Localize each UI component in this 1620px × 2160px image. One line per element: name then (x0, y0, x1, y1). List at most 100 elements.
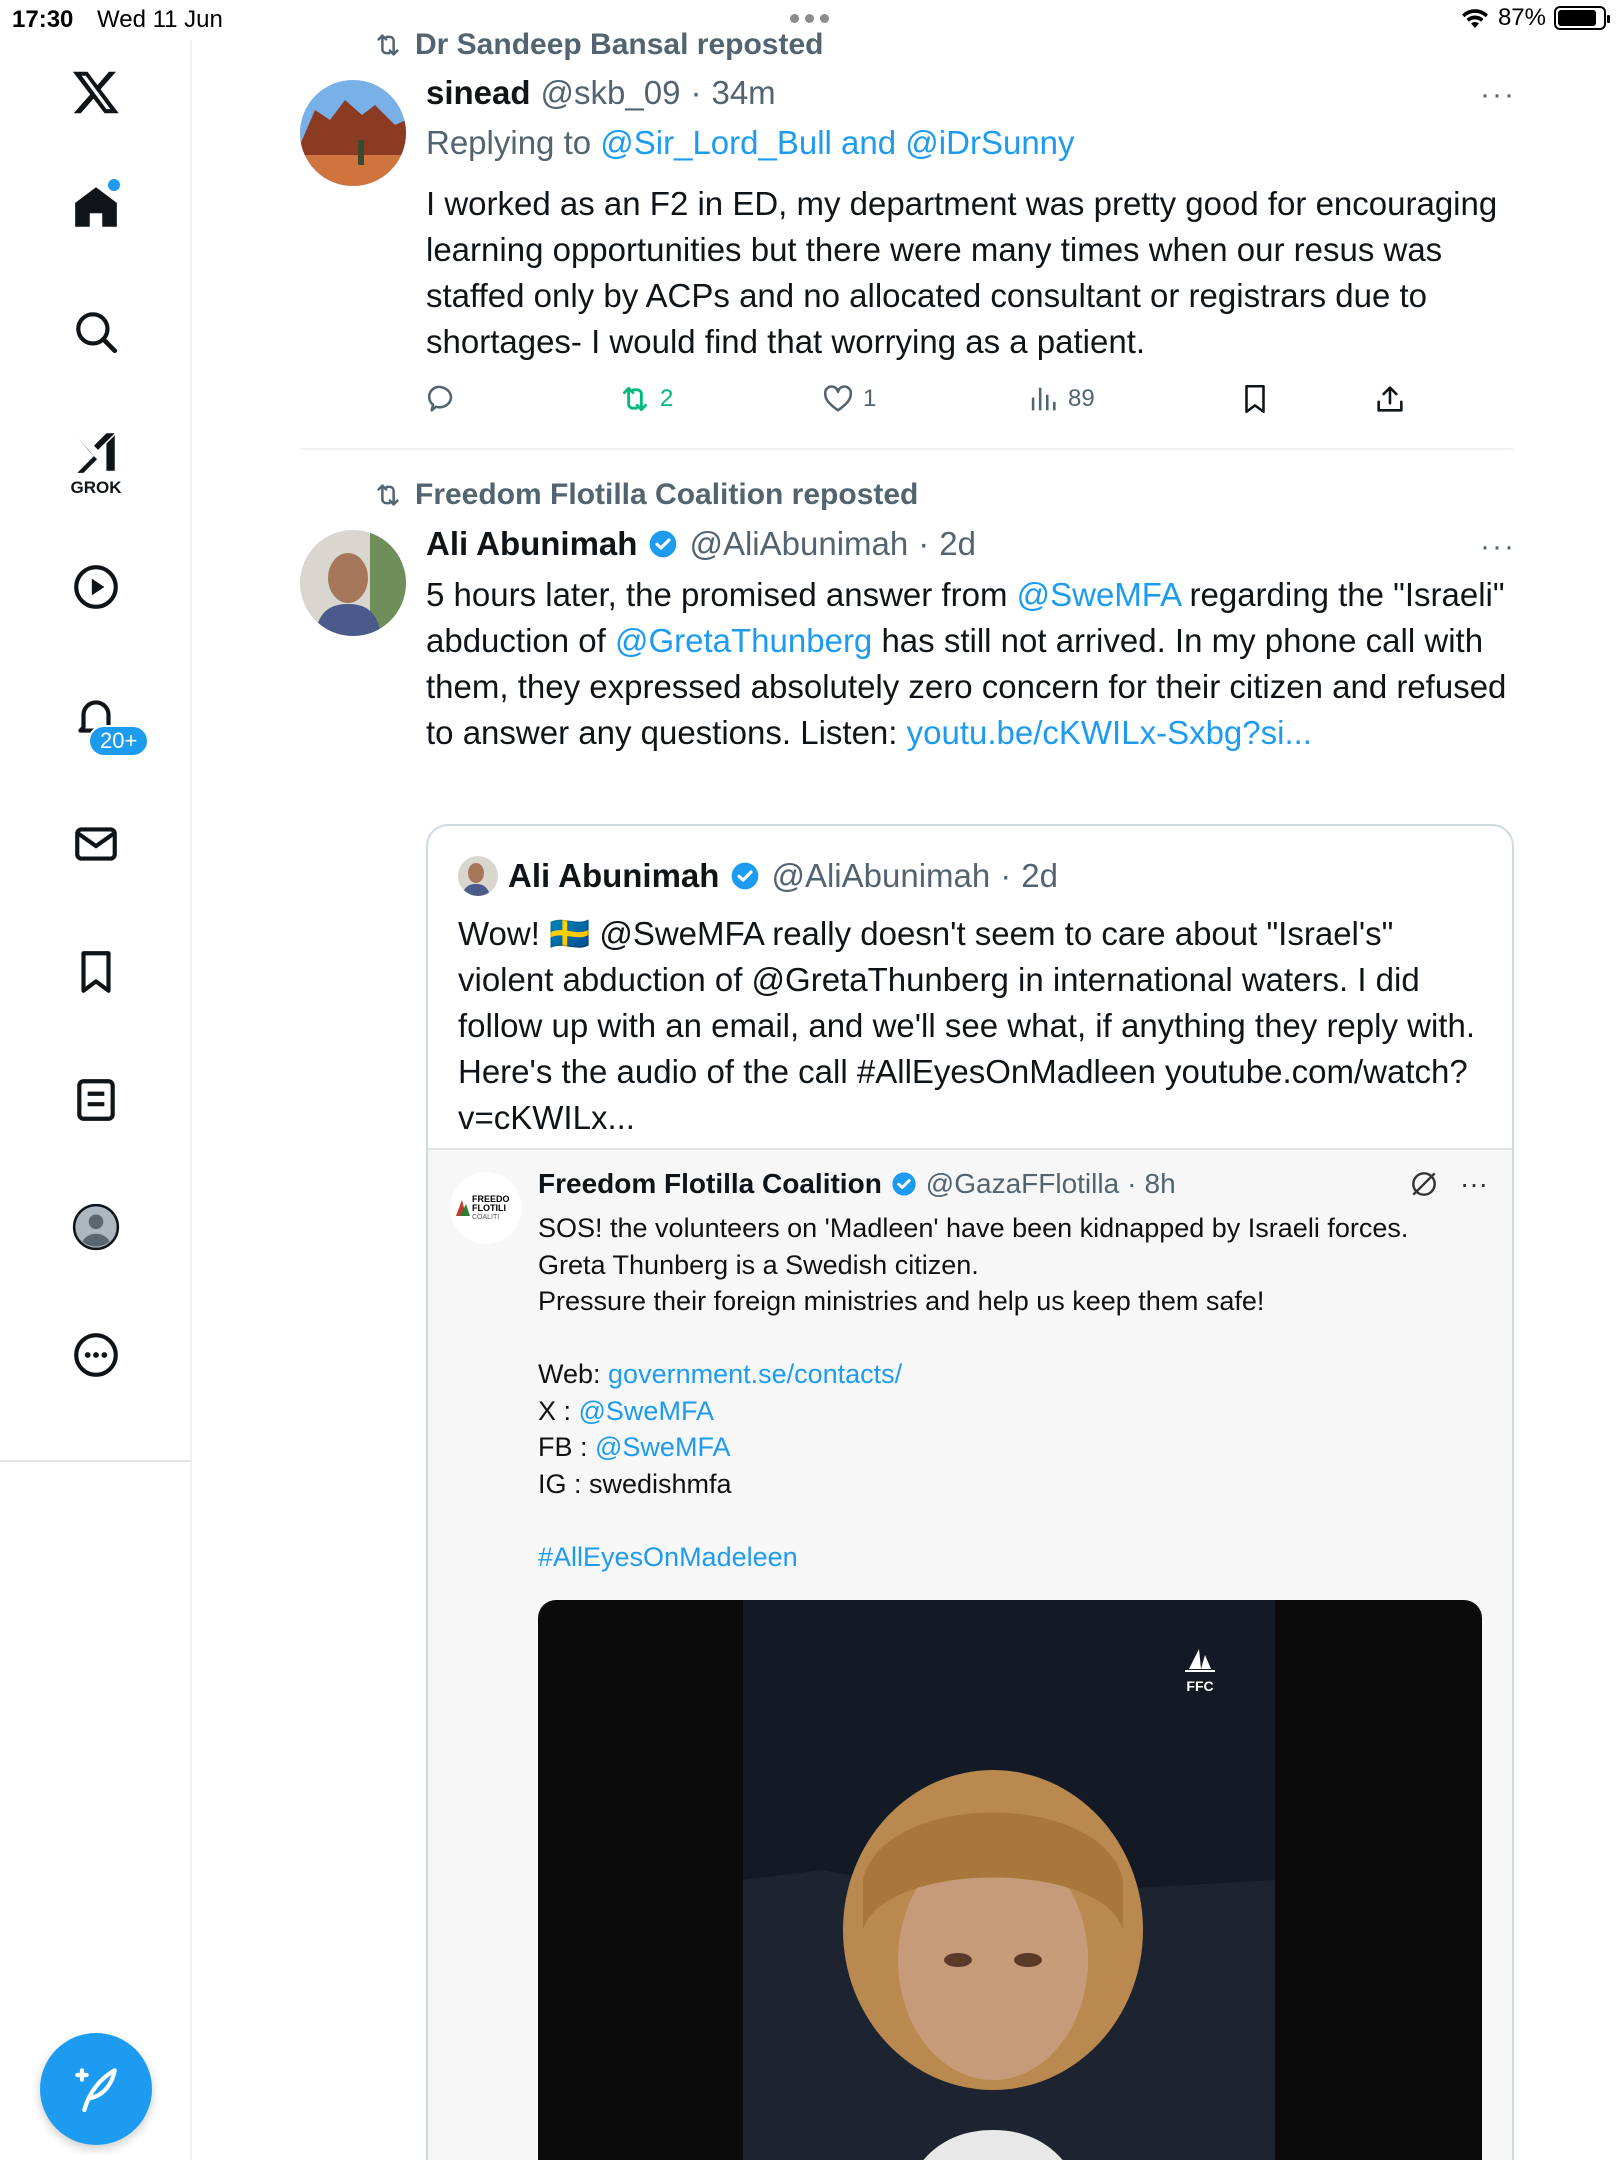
external-link[interactable]: youtu.be/cKWILx-Sxbg?si... (907, 714, 1312, 751)
quote-time[interactable]: 2d (1021, 857, 1058, 895)
repost-count: 2 (660, 385, 674, 412)
mention-link[interactable]: @GretaThunberg (615, 622, 872, 659)
tweet-more-button[interactable]: ··· (1480, 78, 1516, 112)
video-icon[interactable] (64, 555, 128, 619)
profile-icon[interactable] (64, 1195, 128, 1259)
reply-button[interactable] (426, 382, 460, 416)
avatar[interactable] (300, 80, 406, 186)
logo-text: FLOTILI (472, 1203, 506, 1213)
verified-badge-icon (892, 1172, 916, 1196)
repost-indicator[interactable]: Dr Sandeep Bansal reposted (373, 28, 823, 62)
mention-link[interactable]: @Sir_Lord_Bull (600, 124, 832, 161)
repost-icon (377, 484, 399, 506)
views-button[interactable]: 89 (1026, 382, 1095, 416)
wifi-icon (1461, 9, 1488, 28)
grok-slash-icon (1412, 1172, 1436, 1196)
lists-icon[interactable] (64, 1068, 128, 1132)
embed-line: SOS! the volunteers on 'Madleen' have be… (538, 1213, 1409, 1243)
more-icon[interactable] (64, 1323, 128, 1387)
repost-button[interactable]: 2 (618, 382, 673, 416)
ffc-sail-icon (1185, 1649, 1215, 1672)
bookmarks-icon[interactable] (64, 940, 128, 1004)
ffc-text: FFC (1186, 1678, 1214, 1694)
quote-text: Wow! 🇸🇪 @SweMFA really doesn't seem to c… (458, 911, 1488, 1141)
repost-icon (622, 386, 648, 412)
x-link: @SweMFA (578, 1395, 714, 1426)
mention-link[interactable]: @SweMFA (1017, 576, 1181, 613)
ffc-watermark: FFC (1183, 1645, 1217, 1694)
tweet-divider (300, 448, 1513, 450)
search-icon[interactable] (64, 300, 128, 364)
avatar[interactable] (300, 530, 406, 636)
battery-percent: 87% (1497, 4, 1546, 31)
views-icon (1031, 387, 1056, 411)
repost-icon (377, 34, 399, 56)
embed-author-handle: @GazaFFlotilla (925, 1168, 1120, 1199)
sidebar: GROK 20+ (0, 40, 192, 2160)
quote-header: Ali Abunimah @AliAbunimah · 2d (458, 856, 1058, 896)
author-handle[interactable]: @AliAbunimah (689, 525, 908, 563)
dot-separator: · (1127, 1168, 1137, 1199)
repost-indicator[interactable]: Freedom Flotilla Coalition reposted (373, 478, 918, 512)
ffc-logo: FREEDO FLOTILI COALITI (450, 1172, 522, 1244)
sidebar-divider (0, 1460, 192, 1462)
dot-separator: · (690, 74, 702, 111)
logo-text: COALITI (472, 1214, 499, 1221)
quote-author-handle[interactable]: @AliAbunimah (771, 857, 990, 895)
embed-tools: ··· (1408, 1168, 1488, 1200)
like-button[interactable]: 1 (821, 382, 876, 416)
tweet-more-button[interactable]: ··· (1480, 530, 1516, 564)
web-link: government.se/contacts/ (608, 1359, 903, 1389)
tweet-time[interactable]: 2d (939, 525, 976, 563)
dot-separator: · (1000, 857, 1012, 894)
share-icon (1377, 386, 1403, 412)
notifications-badge: 20+ (88, 725, 150, 757)
author-name[interactable]: sinead (426, 74, 531, 112)
multitask-dots-icon[interactable] (790, 14, 829, 23)
verified-badge-icon (650, 530, 677, 558)
tweet-text: 5 hours later, the promised answer from … (426, 572, 1516, 756)
embed-time: 8h (1144, 1168, 1176, 1199)
embed-author-name: Freedom Flotilla Coalition (538, 1168, 882, 1199)
repost-by-label: Dr Sandeep Bansal reposted (415, 28, 824, 61)
tweet-header: Ali Abunimah @AliAbunimah · 2d (426, 525, 976, 563)
tweet-time[interactable]: 34m (711, 74, 775, 112)
like-count: 1 (863, 385, 877, 412)
embed-line: X : @SweMFA (538, 1393, 1488, 1430)
replying-to: Replying to @Sir_Lord_Bull and @iDrSunny (426, 124, 1075, 162)
video-thumbnail[interactable]: FFC (538, 1600, 1482, 2160)
messages-icon[interactable] (64, 812, 128, 876)
quoted-tweet[interactable]: Ali Abunimah @AliAbunimah · 2d Wow! 🇸🇪 @… (426, 824, 1514, 2160)
compose-feather-icon (75, 2068, 117, 2113)
sweden-flag-icon: 🇸🇪 (549, 915, 591, 952)
embedded-screenshot: FREEDO FLOTILI COALITI Freedom Flotilla … (428, 1148, 1512, 2160)
embed-line: Greta Thunberg is a Swedish citizen. (538, 1249, 979, 1280)
embed-header: Freedom Flotilla Coalition @GazaFFlotill… (538, 1168, 1176, 1200)
embed-line: Web: government.se/contacts/ (538, 1356, 1488, 1393)
author-handle[interactable]: @skb_09 (541, 74, 681, 112)
status-date: Wed 11 Jun (97, 6, 223, 33)
verified-badge-icon (732, 862, 759, 890)
text-segment: @SweMFA really doesn't seem to care abou… (458, 915, 1475, 1136)
share-button[interactable] (1373, 382, 1407, 416)
grok-icon[interactable] (64, 420, 128, 484)
mention-link[interactable]: @iDrSunny (905, 124, 1074, 161)
home-icon[interactable] (64, 175, 128, 239)
compose-button[interactable] (40, 2033, 152, 2145)
heart-icon (823, 385, 853, 412)
fb-label: FB : (538, 1432, 596, 1462)
dot-separator: · (918, 525, 930, 562)
repost-by-label: Freedom Flotilla Coalition reposted (415, 478, 919, 511)
author-name[interactable]: Ali Abunimah (426, 525, 637, 563)
grok-label: GROK (70, 478, 122, 497)
battery-icon (1554, 6, 1610, 30)
status-time: 17:30 (12, 6, 74, 33)
embed-text: SOS! the volunteers on 'Madleen' have be… (538, 1210, 1488, 1575)
quote-avatar[interactable] (458, 856, 498, 896)
quote-author-name[interactable]: Ali Abunimah (508, 857, 719, 895)
tweet-text: I worked as an F2 in ED, my department w… (426, 185, 1498, 360)
x-logo-icon[interactable] (64, 60, 128, 124)
hashtag-link: #AllEyesOnMadeleen (538, 1541, 798, 1572)
web-label: Web: (538, 1359, 609, 1389)
bookmark-button[interactable] (1238, 382, 1272, 416)
